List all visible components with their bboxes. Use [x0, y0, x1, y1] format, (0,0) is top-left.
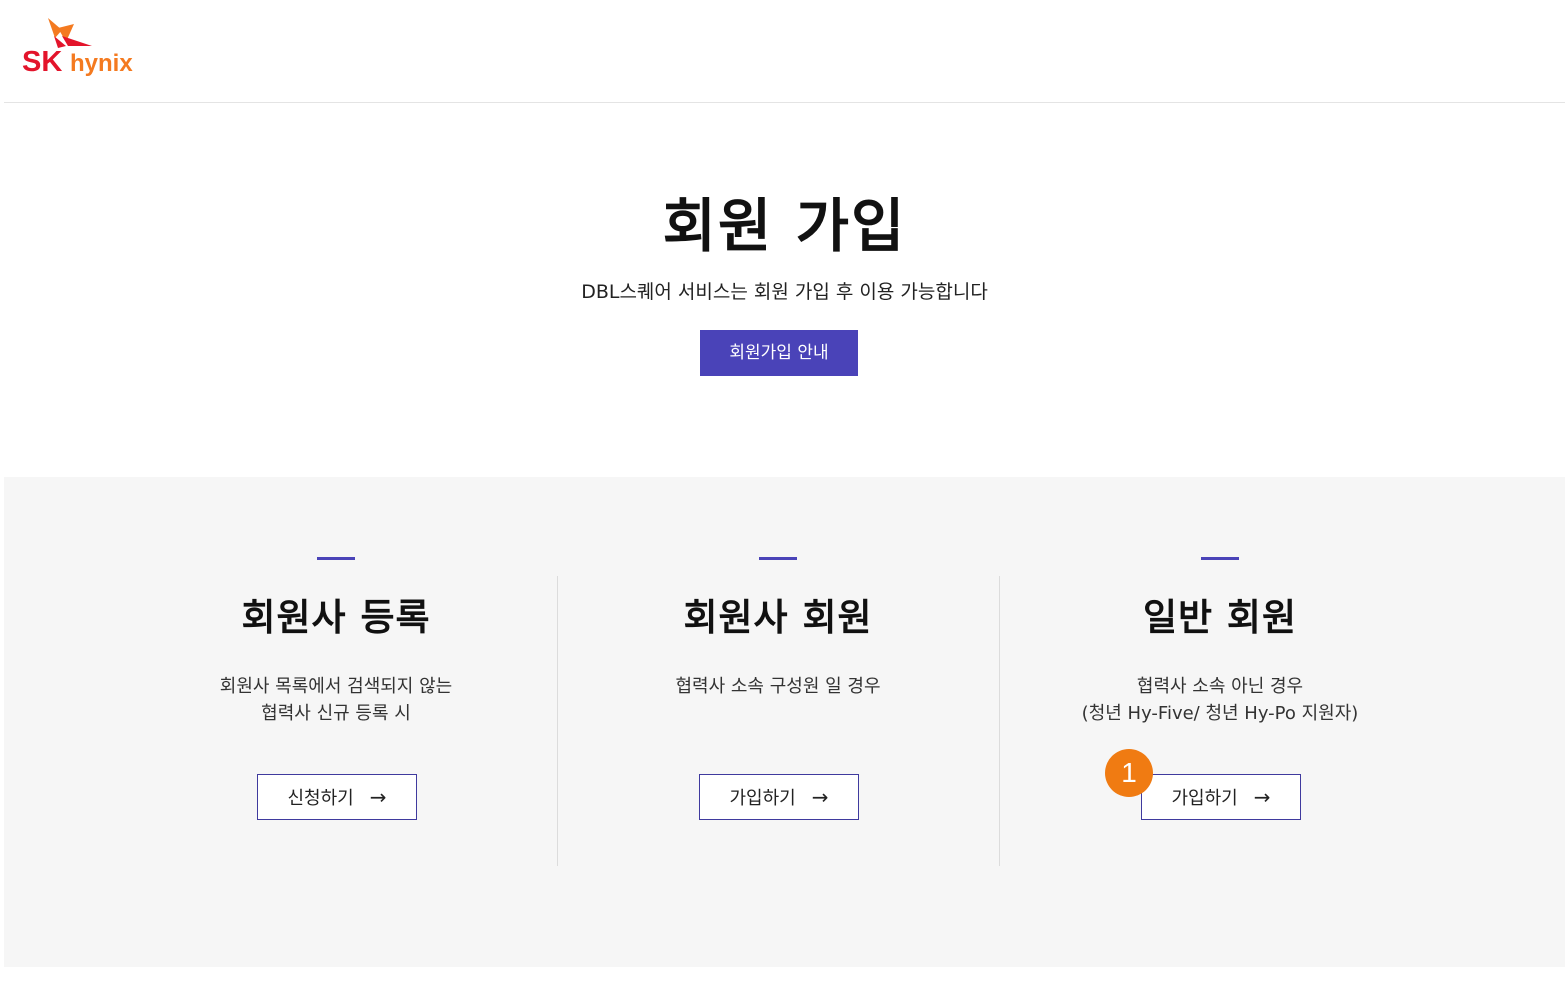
card-accent-line [317, 557, 355, 560]
card-description-line: 협력사 신규 등록 시 [261, 703, 411, 724]
card-description-line: (청년 Hy-Five/ 청년 Hy-Po 지원자) [1081, 703, 1359, 724]
button-label: 신청하기 [287, 788, 354, 809]
page-bottom [4, 967, 1565, 988]
apply-button[interactable]: 신청하기 → [257, 774, 417, 820]
hero-section: 회원 가입 DBL스퀘어 서비스는 회원 가입 후 이용 가능합니다 회원가입 … [4, 104, 1565, 477]
sk-hynix-logo[interactable]: SK hynix [22, 16, 152, 80]
membership-options: 회원사 등록 회원사 목록에서 검색되지 않는 협력사 신규 등록 시 신청하기… [4, 477, 1565, 967]
card-title: 회원사 등록 [241, 596, 431, 639]
card-accent-line [759, 557, 797, 560]
svg-text:SK: SK [22, 46, 62, 78]
page-subtitle: DBL스퀘어 서비스는 회원 가입 후 이용 가능합니다 [581, 281, 988, 303]
card-description: 협력사 소속 구성원 일 경우 [557, 673, 999, 700]
card-title: 일반 회원 [1142, 596, 1298, 639]
join-general-button[interactable]: 가입하기 → [1141, 774, 1301, 820]
arrow-right-icon: → [369, 785, 387, 809]
card-title: 회원사 회원 [683, 596, 873, 639]
button-label: 가입하기 [729, 788, 796, 809]
site-header: SK hynix [4, 0, 1565, 103]
button-label: 가입하기 [1171, 788, 1238, 809]
card-general-member: 일반 회원 협력사 소속 아닌 경우 (청년 Hy-Five/ 청년 Hy-Po… [999, 477, 1441, 967]
arrow-right-icon: → [1253, 785, 1271, 809]
card-description-line: 협력사 소속 아닌 경우 [1136, 676, 1304, 697]
step-number-badge: 1 [1105, 749, 1153, 797]
card-description-line: 협력사 소속 구성원 일 경우 [675, 676, 881, 697]
signup-guide-button[interactable]: 회원가입 안내 [700, 330, 858, 376]
card-description: 회원사 목록에서 검색되지 않는 협력사 신규 등록 시 [115, 673, 557, 727]
card-accent-line [1201, 557, 1239, 560]
arrow-right-icon: → [811, 785, 829, 809]
card-description-line: 회원사 목록에서 검색되지 않는 [219, 676, 453, 697]
card-description: 협력사 소속 아닌 경우 (청년 Hy-Five/ 청년 Hy-Po 지원자) [999, 673, 1441, 727]
page-frame: SK hynix 회원 가입 DBL스퀘어 서비스는 회원 가입 후 이용 가능… [4, 0, 1565, 988]
page-title: 회원 가입 [662, 192, 907, 260]
card-member-company-registration: 회원사 등록 회원사 목록에서 검색되지 않는 협력사 신규 등록 시 신청하기… [115, 477, 557, 967]
svg-text:hynix: hynix [70, 50, 133, 77]
card-member-company-member: 회원사 회원 협력사 소속 구성원 일 경우 가입하기 → [557, 477, 999, 967]
join-member-company-button[interactable]: 가입하기 → [699, 774, 859, 820]
